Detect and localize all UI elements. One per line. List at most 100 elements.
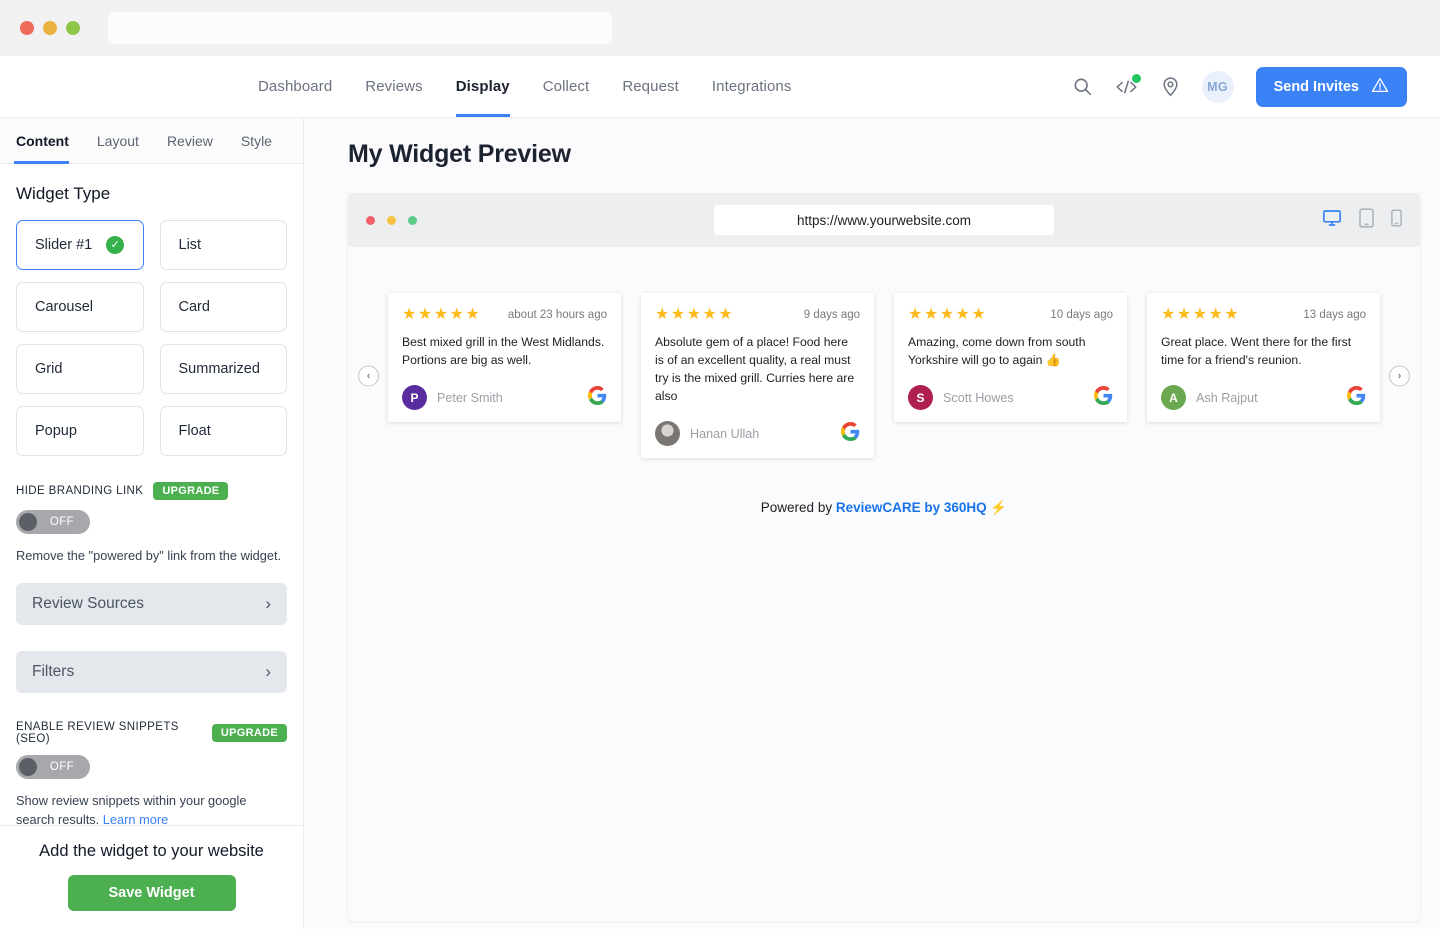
preview-url-field[interactable]: https://www.yourwebsite.com	[714, 205, 1054, 235]
widget-type-popup[interactable]: Popup	[16, 406, 144, 456]
minimize-window-dot[interactable]	[43, 21, 57, 35]
review-card-footer: A Ash Rajput	[1161, 385, 1366, 411]
widget-type-label: List	[178, 237, 202, 253]
preview-close-dot	[366, 215, 375, 225]
review-date: 13 days ago	[1303, 309, 1366, 321]
review-text: Amazing, come down from south Yorkshire …	[908, 335, 1086, 368]
tab-style[interactable]: Style	[227, 118, 286, 163]
widget-type-list[interactable]: List	[159, 220, 287, 270]
mobile-icon[interactable]	[1391, 209, 1402, 232]
preview-panel: My Widget Preview https://www.yourwebsit…	[304, 118, 1440, 929]
app-header: Dashboard Reviews Display Collect Reques…	[0, 56, 1440, 118]
slider-prev-button[interactable]: ‹	[358, 365, 379, 387]
avatar[interactable]: MG	[1201, 70, 1234, 103]
tab-layout[interactable]: Layout	[83, 118, 153, 163]
review-card: ★★★★★ 10 days ago Amazing, come down fro…	[894, 293, 1127, 423]
upgrade-badge-branding[interactable]: UPGRADE	[153, 482, 229, 500]
learn-more-link[interactable]: Learn more	[103, 812, 168, 825]
review-sources-label: Review Sources	[32, 595, 144, 613]
nav-item-collect[interactable]: Collect	[543, 56, 590, 117]
review-sources-section[interactable]: Review Sources ›	[16, 583, 287, 626]
star-rating-icon: ★★★★★	[908, 306, 988, 323]
close-window-dot[interactable]	[20, 21, 34, 35]
reviewer-name: Hanan Ullah	[690, 426, 760, 441]
hide-branding-description: Remove the "powered by" link from the wi…	[16, 548, 282, 563]
google-icon	[588, 386, 607, 409]
nav-item-reviews[interactable]: Reviews	[365, 56, 422, 117]
sidebar-footer: Add the widget to your website Save Widg…	[0, 825, 303, 929]
slider-next-button[interactable]: ›	[1389, 365, 1410, 387]
widget-preview-window: https://www.yourwebsite.com ‹ ★★★★★ abou…	[348, 193, 1420, 921]
seo-snippets-toggle[interactable]: OFF	[16, 755, 90, 780]
reviewer-name: Peter Smith	[437, 390, 503, 405]
check-icon: ✓	[106, 236, 125, 254]
review-card: ★★★★★ 13 days ago Great place. Went ther…	[1147, 293, 1380, 423]
review-card-footer: P Peter Smith	[402, 385, 607, 411]
save-widget-button[interactable]: Save Widget	[67, 875, 236, 911]
tablet-icon[interactable]	[1359, 207, 1374, 233]
reviewer-name: Ash Rajput	[1196, 390, 1258, 405]
review-card-header: ★★★★★ 9 days ago	[655, 307, 860, 323]
tab-content[interactable]: Content	[14, 118, 83, 164]
filters-section[interactable]: Filters ›	[16, 651, 287, 694]
widget-type-label: Card	[178, 299, 210, 315]
powered-by-suffix: ⚡	[986, 500, 1008, 516]
nav-item-display[interactable]: Display	[455, 56, 510, 117]
widget-type-float[interactable]: Float	[159, 406, 287, 456]
review-date: 9 days ago	[803, 309, 860, 321]
warning-triangle-icon	[1371, 76, 1389, 98]
preview-browser-bar: https://www.yourwebsite.com	[348, 193, 1420, 247]
widget-type-summarized[interactable]: Summarized	[159, 344, 287, 394]
widget-type-carousel[interactable]: Carousel	[16, 282, 144, 332]
send-invites-button[interactable]: Send Invites	[1255, 66, 1407, 107]
seo-snippets-description: Show review snippets within your google …	[16, 791, 287, 825]
maximize-window-dot[interactable]	[66, 21, 80, 35]
preview-minimize-dot	[387, 215, 396, 225]
toggle-state-label: OFF	[49, 761, 75, 774]
review-card-header: ★★★★★ about 23 hours ago	[402, 307, 607, 323]
widget-type-label: Float	[178, 423, 211, 439]
sidebar-content: Widget Type Slider #1 ✓ List Carousel Ca…	[0, 164, 303, 825]
chevron-right-icon: ›	[265, 662, 271, 682]
notification-dot	[1131, 73, 1141, 83]
nav-item-request[interactable]: Request	[622, 56, 679, 117]
code-icon[interactable]	[1114, 73, 1141, 100]
browser-address-bar[interactable]	[108, 12, 612, 44]
preview-canvas: ‹ ★★★★★ about 23 hours ago Best mixed gr…	[348, 247, 1420, 921]
chevron-right-icon: ›	[265, 594, 271, 614]
reviewer-avatar	[655, 421, 680, 447]
widget-type-label: Summarized	[178, 361, 260, 377]
location-pin-icon[interactable]	[1158, 74, 1184, 100]
star-rating-icon: ★★★★★	[1161, 306, 1241, 323]
preview-traffic-lights	[366, 215, 417, 225]
header-actions: MG Send Invites	[1070, 56, 1407, 117]
reviewer-name: Scott Howes	[943, 390, 1014, 405]
hide-branding-toggle[interactable]: OFF	[16, 510, 90, 534]
browser-chrome	[0, 0, 1440, 56]
upgrade-badge-seo[interactable]: UPGRADE	[211, 724, 287, 743]
search-icon[interactable]	[1070, 74, 1096, 100]
review-card-footer: S Scott Howes	[908, 385, 1113, 411]
add-widget-heading: Add the widget to your website	[39, 842, 264, 860]
star-rating-icon: ★★★★★	[402, 306, 482, 323]
preview-maximize-dot	[408, 215, 417, 225]
seo-snippets-label: ENABLE REVIEW SNIPPETS (SEO)	[16, 721, 179, 746]
nav-item-dashboard[interactable]: Dashboard	[258, 56, 332, 117]
widget-type-grid[interactable]: Grid	[16, 344, 144, 394]
desktop-icon[interactable]	[1322, 208, 1342, 233]
widget-type-label: Grid	[35, 361, 63, 377]
widget-type-slider-1[interactable]: Slider #1 ✓	[16, 220, 144, 270]
reviewer-avatar: S	[908, 385, 933, 411]
widget-type-card[interactable]: Card	[159, 282, 287, 332]
reviewer-avatar: A	[1161, 385, 1186, 411]
primary-nav: Dashboard Reviews Display Collect Reques…	[258, 56, 791, 117]
widget-type-label: Popup	[35, 423, 77, 439]
nav-item-integrations[interactable]: Integrations	[712, 56, 792, 117]
tab-review[interactable]: Review	[153, 118, 227, 163]
review-text: Absolute gem of a place! Food here is of…	[655, 335, 855, 404]
filters-label: Filters	[32, 663, 75, 681]
powered-by-brand-link[interactable]: ReviewCARE by 360HQ	[836, 500, 987, 515]
toggle-state-label: OFF	[49, 516, 75, 528]
reviews-slider: ‹ ★★★★★ about 23 hours ago Best mixed gr…	[348, 293, 1420, 459]
window-traffic-lights	[20, 21, 80, 35]
